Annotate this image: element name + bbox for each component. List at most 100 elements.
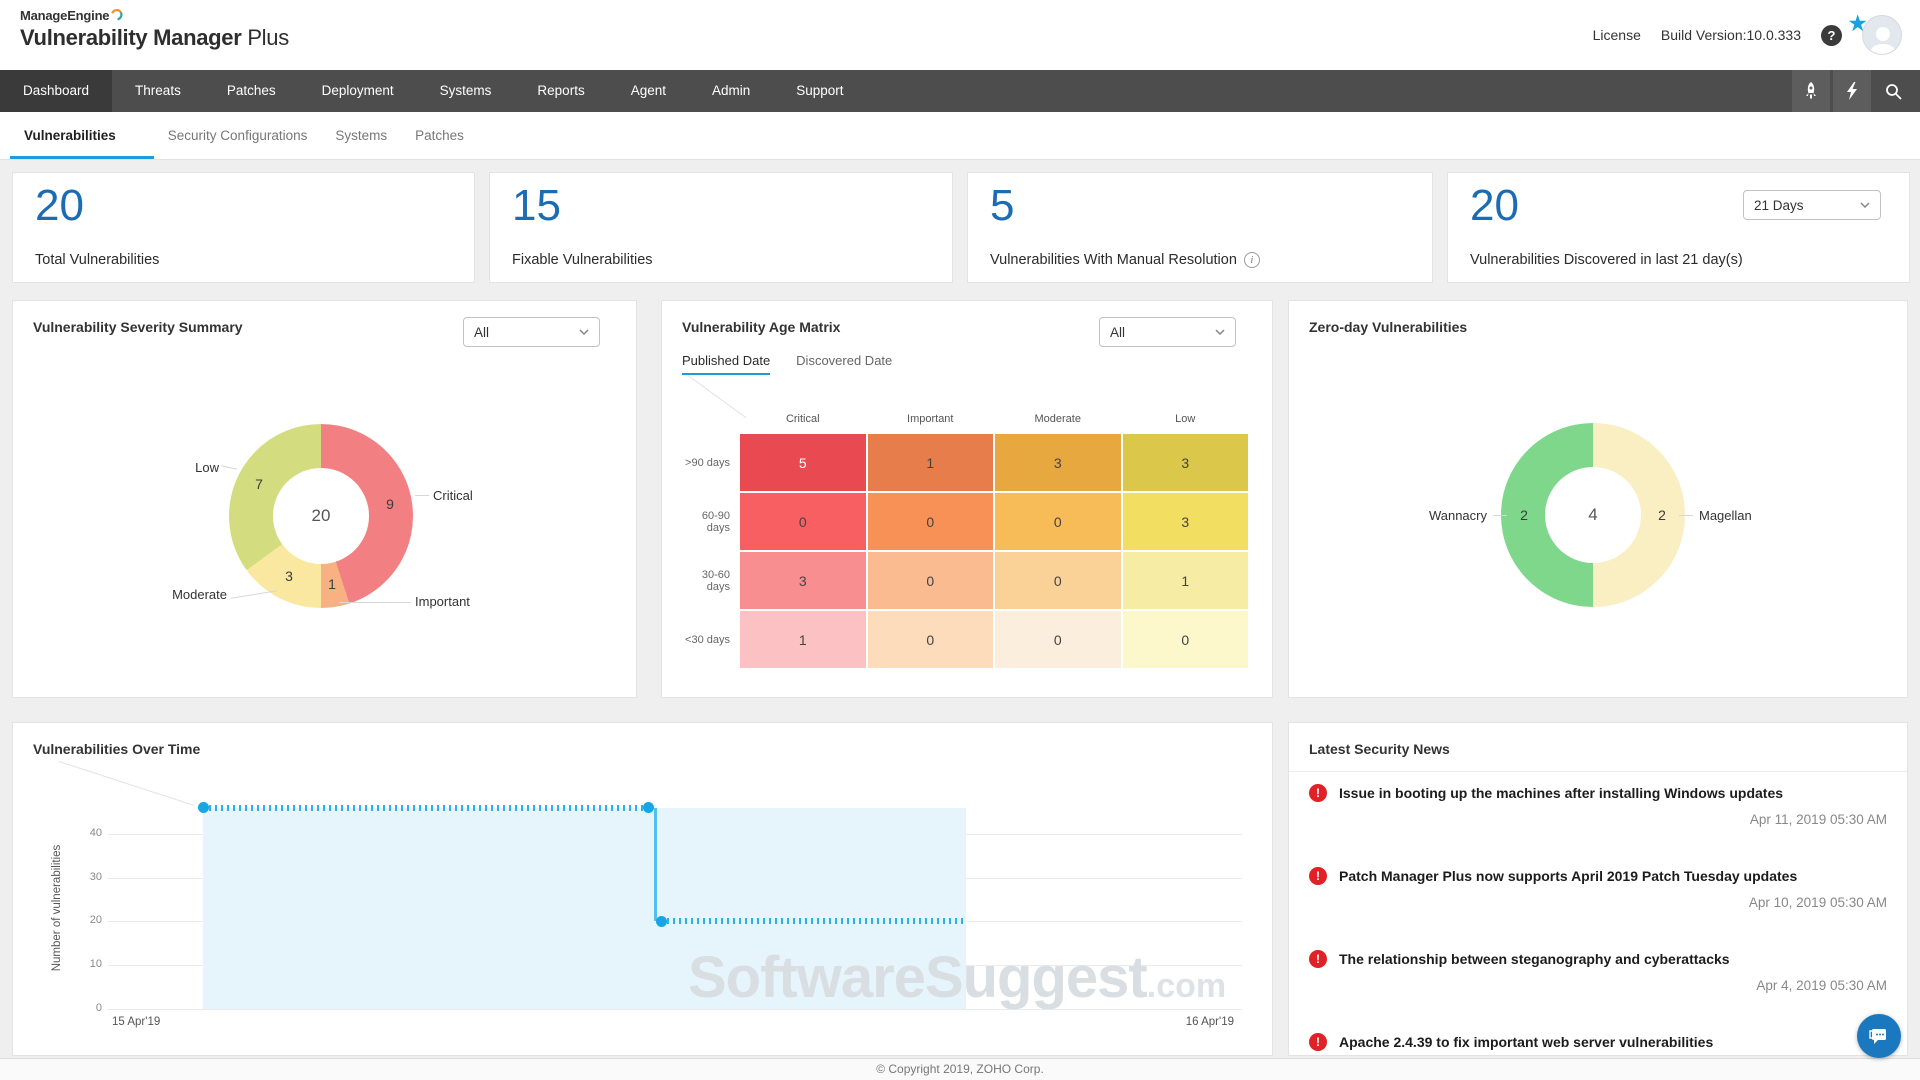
info-icon[interactable]: i [1244, 252, 1260, 268]
matrix-row-label: 30-60 days [676, 552, 738, 609]
period-selector-value: 21 Days [1754, 198, 1804, 213]
vulnerability-manager-dashboard: ManageEngine Vulnerability Manager Plus … [0, 0, 1920, 1080]
rocket-icon[interactable] [1792, 70, 1830, 112]
brand-swirl-icon [110, 8, 123, 24]
slice-value-low: 7 [248, 476, 270, 492]
nav-item-systems[interactable]: Systems [417, 70, 515, 112]
brand-suffix-text: Plus [247, 25, 289, 50]
matrix-cell[interactable]: 0 [868, 611, 994, 668]
news-item[interactable]: ! Patch Manager Plus now supports April … [1309, 866, 1887, 949]
brand-main-text: Vulnerability Manager [20, 25, 242, 50]
period-selector-dropdown[interactable]: 21 Days [1743, 190, 1881, 220]
slice-value-magellan: 2 [1651, 507, 1673, 523]
news-item[interactable]: ! The relationship between steganography… [1309, 949, 1887, 1032]
stat-card-discovered-recent[interactable]: 20 21 Days Vulnerabilities Discovered in… [1447, 172, 1910, 283]
matrix-cell[interactable]: 3 [995, 434, 1121, 491]
alert-icon: ! [1309, 950, 1327, 968]
chevron-down-icon [1860, 202, 1870, 208]
matrix-cell[interactable]: 3 [1123, 434, 1249, 491]
nav-item-admin[interactable]: Admin [689, 70, 773, 112]
matrix-cell[interactable]: 3 [740, 552, 866, 609]
matrix-cell[interactable]: 1 [740, 611, 866, 668]
stat-label: Total Vulnerabilities [35, 252, 159, 268]
y-axis-label: Number of vulnerabilities [51, 828, 63, 988]
news-timestamp: Apr 10, 2019 05:30 AM [1309, 895, 1887, 910]
alert-icon: ! [1309, 867, 1327, 885]
stat-card-manual-resolution[interactable]: 5 Vulnerabilities With Manual Resolution… [967, 172, 1433, 283]
severity-donut-chart: 20 9 1 3 7 Critical Important Moderate L… [229, 424, 413, 608]
news-title[interactable]: Patch Manager Plus now supports April 20… [1339, 866, 1797, 886]
news-item[interactable]: ! Apache 2.4.39 to fix important web ser… [1309, 1032, 1887, 1056]
matrix-row: <30 days 1 0 0 0 [676, 611, 1248, 668]
news-timestamp: Apr 4, 2019 05:30 AM [1309, 978, 1887, 993]
zero-day-donut-chart: 4 2 2 Wannacry Magellan [1501, 423, 1685, 607]
matrix-cell[interactable]: 0 [1123, 611, 1249, 668]
page-footer: © Copyright 2019, ZOHO Corp. [0, 1058, 1920, 1080]
lightning-icon[interactable] [1833, 70, 1871, 112]
age-matrix-filter-value: All [1110, 325, 1125, 340]
slice-label-magellan: Magellan [1699, 508, 1752, 523]
matrix-cell[interactable]: 1 [868, 434, 994, 491]
matrix-row: 60-90 days 0 0 0 3 [676, 493, 1248, 550]
brand-top-text: ManageEngine [20, 8, 109, 23]
matrix-column-header: Important [868, 413, 994, 432]
matrix-row-label: >90 days [676, 434, 738, 491]
news-title[interactable]: Apache 2.4.39 to fix important web serve… [1339, 1032, 1713, 1052]
chat-feedback-button[interactable] [1857, 1014, 1901, 1058]
tab-patches[interactable]: Patches [401, 112, 478, 159]
stat-label: Vulnerabilities Discovered in last 21 da… [1470, 252, 1743, 268]
age-matrix-filter-dropdown[interactable]: All [1099, 317, 1236, 347]
matrix-row-label: <30 days [676, 611, 738, 668]
stat-card-fixable-vulnerabilities[interactable]: 15 Fixable Vulnerabilities [489, 172, 953, 283]
tab-systems[interactable]: Systems [321, 112, 401, 159]
zero-day-panel: Zero-day Vulnerabilities 4 2 2 Wannacry … [1288, 300, 1908, 698]
nav-item-dashboard[interactable]: Dashboard [0, 70, 112, 112]
search-icon[interactable] [1874, 70, 1912, 112]
news-title[interactable]: The relationship between steganography a… [1339, 949, 1730, 969]
news-item[interactable]: ! Issue in booting up the machines after… [1309, 783, 1887, 866]
tab-discovered-date[interactable]: Discovered Date [796, 353, 892, 375]
matrix-cell[interactable]: 0 [995, 611, 1121, 668]
matrix-cell[interactable]: 3 [1123, 493, 1249, 550]
severity-summary-panel: Vulnerability Severity Summary All 20 9 … [12, 300, 637, 698]
nav-item-reports[interactable]: Reports [514, 70, 607, 112]
matrix-cell[interactable]: 0 [995, 552, 1121, 609]
license-link[interactable]: License [1593, 27, 1641, 43]
stat-value: 5 [990, 181, 1014, 231]
matrix-cell[interactable]: 1 [1123, 552, 1249, 609]
matrix-cell[interactable]: 0 [868, 552, 994, 609]
matrix-cell[interactable]: 5 [740, 434, 866, 491]
matrix-cell[interactable]: 0 [868, 493, 994, 550]
nav-item-deployment[interactable]: Deployment [299, 70, 417, 112]
favorite-star-icon[interactable]: ★ [1847, 10, 1868, 37]
tab-published-date[interactable]: Published Date [682, 353, 770, 375]
app-header: ManageEngine Vulnerability Manager Plus … [0, 0, 1920, 70]
user-avatar[interactable] [1862, 15, 1902, 55]
alert-icon: ! [1309, 1033, 1327, 1051]
panel-title: Vulnerability Severity Summary [33, 319, 243, 335]
severity-total: 20 [312, 506, 331, 526]
chevron-down-icon [1215, 329, 1225, 335]
nav-item-patches[interactable]: Patches [204, 70, 299, 112]
nav-item-support[interactable]: Support [773, 70, 866, 112]
matrix-cell[interactable]: 0 [995, 493, 1121, 550]
slice-value-critical: 9 [379, 496, 401, 512]
over-time-panel: Vulnerabilities Over Time Number of vuln… [12, 722, 1273, 1056]
stat-value: 20 [1470, 181, 1519, 231]
help-icon[interactable]: ? [1821, 25, 1842, 46]
matrix-column-header: Low [1123, 413, 1249, 432]
severity-filter-dropdown[interactable]: All [463, 317, 600, 347]
main-nav: Dashboard Threats Patches Deployment Sys… [0, 70, 1920, 112]
stat-card-total-vulnerabilities[interactable]: 20 Total Vulnerabilities [12, 172, 475, 283]
slice-label-critical: Critical [433, 488, 473, 503]
tab-security-configurations[interactable]: Security Configurations [154, 112, 322, 159]
matrix-cell[interactable]: 0 [740, 493, 866, 550]
matrix-row: >90 days 5 1 3 3 [676, 434, 1248, 491]
nav-item-agent[interactable]: Agent [608, 70, 689, 112]
matrix-column-header: Critical [740, 413, 866, 432]
brand-logo: ManageEngine Vulnerability Manager Plus [20, 8, 289, 51]
tab-vulnerabilities[interactable]: Vulnerabilities [10, 112, 154, 159]
nav-item-threats[interactable]: Threats [112, 70, 204, 112]
slice-label-low: Low [171, 460, 219, 475]
news-title[interactable]: Issue in booting up the machines after i… [1339, 783, 1783, 803]
